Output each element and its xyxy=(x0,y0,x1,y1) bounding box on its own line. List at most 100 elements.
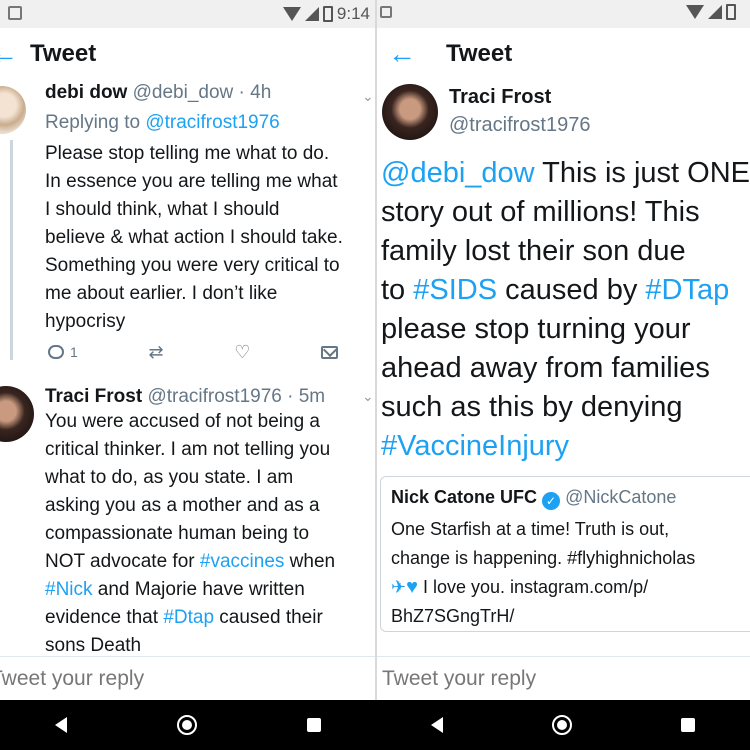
tweet-line: Something you were very critical to xyxy=(45,255,340,276)
left-screen: 9:14 ← Tweet debi dow @debi_dow · 4h ⌄ R… xyxy=(0,0,376,750)
text-segment: story out of millions! This xyxy=(381,196,700,228)
tweet-line: compassionate human being to xyxy=(45,520,376,548)
author-name[interactable]: debi dow xyxy=(45,82,127,103)
author-handle[interactable]: @tracifrost1976 xyxy=(449,114,590,137)
arrow-left-icon[interactable]: ← xyxy=(388,38,446,70)
nav-recents-icon[interactable] xyxy=(307,718,321,732)
hashtag-link[interactable]: #vaccines xyxy=(200,551,285,572)
text-segment: asking you as a mother and as a xyxy=(45,495,320,516)
header-title: Tweet xyxy=(30,40,97,67)
nav-bar xyxy=(0,700,376,750)
quoted-tweet[interactable]: Nick Catone UFC ✓ @NickCatone One Starfi… xyxy=(380,476,750,632)
text-segment: please stop turning your xyxy=(381,313,691,345)
status-icons xyxy=(380,4,736,20)
hashtag-link[interactable]: #Dtap xyxy=(163,607,214,628)
tweet-traci-main[interactable]: Traci Frost @tracifrost1976 @debi_dow Th… xyxy=(376,80,750,640)
reply-count: 1 xyxy=(70,344,78,360)
reply-icon xyxy=(48,345,64,359)
notification-icon xyxy=(380,6,392,18)
author-handle[interactable]: @tracifrost1976 xyxy=(147,386,281,407)
status-bar: 9:14 xyxy=(0,0,376,28)
quoted-author-line: Nick Catone UFC ✓ @NickCatone xyxy=(391,487,676,510)
hashtag-link[interactable]: #SIDS xyxy=(413,274,497,306)
nav-recents-icon[interactable] xyxy=(681,718,696,732)
nav-back-icon[interactable] xyxy=(55,717,67,733)
heart-icon: ♥ xyxy=(406,576,418,598)
text-segment: critical thinker. I am not telling you xyxy=(45,439,331,460)
chevron-down-icon[interactable]: ⌄ xyxy=(362,88,374,105)
hashtag-link[interactable]: #DTap xyxy=(645,274,729,306)
tweet-traci-reply[interactable]: Traci Frost @tracifrost1976 · 5m ⌄ You w… xyxy=(0,376,376,656)
text-segment: family lost their son due xyxy=(381,235,686,267)
tweet-time: · 4h xyxy=(238,82,272,103)
tweet-time: · 5m xyxy=(287,386,326,407)
text-segment: when xyxy=(284,551,336,572)
retweet-icon: ⇄ xyxy=(148,342,164,362)
text-segment: to xyxy=(381,274,414,306)
right-screen: ← Tweet Traci Frost @tracifrost1976 @deb… xyxy=(376,0,750,750)
tweet-line: me about earlier. I don’t like xyxy=(45,283,278,304)
nav-home-icon[interactable] xyxy=(551,715,572,735)
text-segment: and Majorie have written xyxy=(92,579,305,600)
reply-input[interactable]: Tweet your reply xyxy=(382,667,536,691)
nav-home-icon[interactable] xyxy=(177,715,197,735)
tweet-header: ← Tweet xyxy=(376,28,750,80)
tweet-line: what to do, as you state. I am xyxy=(45,464,376,492)
author-name[interactable]: Traci Frost xyxy=(449,86,551,109)
author-handle[interactable]: @debi_dow xyxy=(133,82,234,103)
status-icons: 9:14 xyxy=(282,4,370,24)
replying-handle[interactable]: @tracifrost1976 xyxy=(145,112,279,133)
panel-divider xyxy=(375,0,377,700)
tweet-text: Please stop telling me what to do. In ess… xyxy=(45,140,376,336)
tweet-line: to #SIDS caused by #DTap xyxy=(381,271,750,310)
tweet-author-line: Traci Frost @tracifrost1976 · 5m xyxy=(45,386,325,408)
tweet-line: NOT advocate for #vaccines when xyxy=(45,548,376,576)
chevron-down-icon[interactable]: ⌄ xyxy=(362,388,374,405)
tweet-line: story out of millions! This xyxy=(381,193,750,232)
header-title: Tweet xyxy=(446,40,513,67)
tweet-line: believe & what action I should take. xyxy=(45,227,343,248)
signal-icon xyxy=(708,5,722,19)
retweet-button[interactable]: ⇄ xyxy=(148,342,164,362)
thread-line xyxy=(10,140,13,360)
reply-input[interactable]: Tweet your reply xyxy=(0,667,144,691)
reply-bar[interactable]: Tweet your reply xyxy=(376,656,750,700)
tweet-line: such as this by denying xyxy=(381,388,750,427)
text-segment: caused their xyxy=(214,607,323,628)
tweet-debi[interactable]: debi dow @debi_dow · 4h ⌄ Replying to @t… xyxy=(0,80,376,370)
dm-button[interactable] xyxy=(321,345,338,359)
quoted-text: One Starfish at a time! Truth is out, ch… xyxy=(391,515,695,631)
tweet-line: asking you as a mother and as a xyxy=(45,492,376,520)
reply-button[interactable]: 1 xyxy=(48,344,78,360)
tweet-line: please stop turning your xyxy=(381,310,750,349)
like-button[interactable]: ♡ xyxy=(234,343,250,361)
tweet-line: hypocrisy xyxy=(45,311,126,332)
tweet-line: @debi_dow This is just ONE xyxy=(381,154,750,193)
author-name[interactable]: Traci Frost xyxy=(45,386,142,407)
nav-back-icon[interactable] xyxy=(430,717,443,733)
hashtag-link[interactable]: #Nick xyxy=(45,579,93,600)
quoted-author-handle: @NickCatone xyxy=(565,487,677,507)
avatar[interactable] xyxy=(0,86,26,134)
avatar[interactable] xyxy=(382,84,438,140)
tweet-line: In essence you are telling me what xyxy=(45,171,338,192)
arrow-left-icon[interactable]: ← xyxy=(0,38,30,70)
tweet-line: #Nick and Majorie have written xyxy=(45,576,376,604)
wifi-icon xyxy=(686,5,704,19)
quoted-line-3: ✈♥ I love you. instagram.com/p/ xyxy=(391,573,695,602)
battery-icon xyxy=(322,6,333,22)
tweet-line: ahead away from families xyxy=(381,349,750,388)
status-time: 9:14 xyxy=(336,4,370,23)
text-segment: You were accused of not being a xyxy=(45,411,320,432)
reply-bar[interactable]: Tweet your reply xyxy=(0,656,376,700)
nav-bar xyxy=(376,700,750,750)
airplane-icon: ✈ xyxy=(391,577,407,597)
status-bar xyxy=(376,0,750,28)
hashtag-link[interactable]: @debi_dow xyxy=(381,157,535,189)
avatar[interactable] xyxy=(0,386,34,442)
tweet-author-line: debi dow @debi_dow · 4h xyxy=(45,82,271,104)
hashtag-link[interactable]: #VaccineInjury xyxy=(381,430,569,462)
text-segment: caused by xyxy=(497,274,646,306)
quoted-author-name: Nick Catone UFC xyxy=(391,487,538,507)
tweet-line: I should think, what I should xyxy=(45,199,280,220)
